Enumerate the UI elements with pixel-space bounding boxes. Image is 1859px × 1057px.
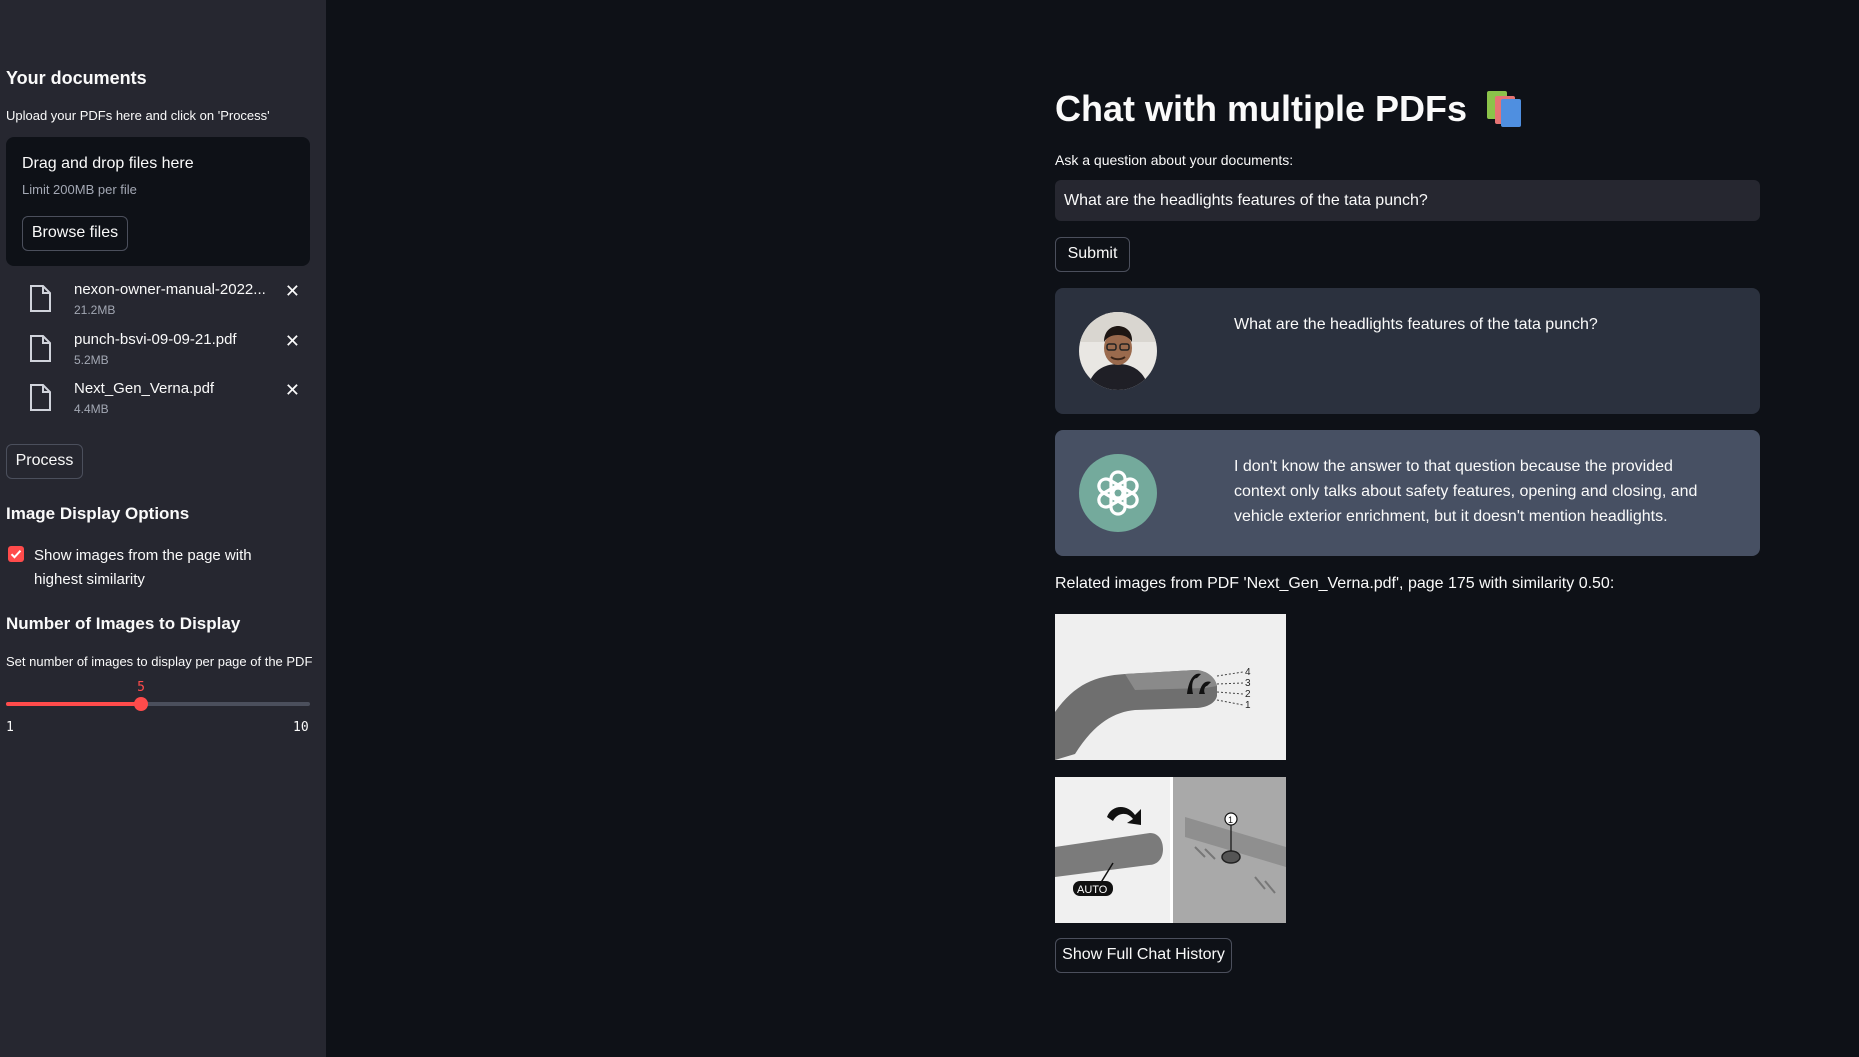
image-label: 4	[1245, 667, 1251, 678]
show-images-label[interactable]: Show images from the page with highest s…	[34, 544, 294, 592]
image-options-title: Image Display Options	[6, 504, 190, 523]
browse-files-button[interactable]: Browse files	[22, 216, 128, 251]
related-image: 4 3 2 1	[1055, 614, 1286, 760]
slider-value: 5	[137, 680, 145, 695]
num-images-slider[interactable]	[6, 697, 310, 711]
related-image: AUTO 1	[1055, 777, 1286, 923]
num-images-title: Number of Images to Display	[6, 614, 241, 633]
file-name: nexon-owner-manual-2022...	[74, 281, 266, 298]
image-label: AUTO	[1077, 884, 1108, 896]
num-images-hint: Set number of images to display per page…	[6, 654, 313, 669]
file-name: Next_Gen_Verna.pdf	[74, 380, 215, 397]
image-label: 1	[1245, 700, 1251, 711]
image-label: 1	[1228, 815, 1233, 825]
message-text: I don't know the answer to that question…	[1234, 458, 1698, 525]
file-name: punch-bsvi-09-09-21.pdf	[74, 331, 237, 348]
page-title: Chat with multiple PDFs	[1055, 88, 1523, 130]
slider-fill	[6, 702, 142, 706]
openai-logo-icon	[1097, 470, 1139, 516]
remove-file-icon[interactable]: ✕	[285, 331, 300, 352]
file-size: 5.2MB	[74, 353, 109, 367]
file-item: punch-bsvi-09-09-21.pdf 5.2MB ✕	[26, 331, 310, 375]
file-dropzone[interactable]: Drag and drop files here Limit 200MB per…	[6, 137, 310, 266]
submit-button[interactable]: Submit	[1055, 237, 1130, 272]
file-item: Next_Gen_Verna.pdf 4.4MB ✕	[26, 380, 310, 424]
checkmark-icon	[10, 550, 22, 559]
slider-thumb[interactable]	[134, 697, 149, 711]
user-message: What are the headlights features of the …	[1055, 288, 1760, 414]
show-images-checkbox[interactable]	[8, 546, 24, 562]
file-size: 21.2MB	[74, 303, 116, 317]
image-label: 2	[1245, 689, 1251, 700]
message-text: What are the headlights features of the …	[1234, 316, 1598, 333]
question-label: Ask a question about your documents:	[1055, 152, 1294, 168]
slider-max: 10	[293, 720, 309, 735]
upload-hint: Upload your PDFs here and click on 'Proc…	[6, 108, 270, 123]
bot-message: I don't know the answer to that question…	[1055, 430, 1760, 556]
image-label: 3	[1245, 678, 1251, 689]
file-icon	[30, 384, 51, 411]
remove-file-icon[interactable]: ✕	[285, 380, 300, 401]
openai-logo-avatar	[1079, 454, 1157, 532]
dropzone-limit: Limit 200MB per file	[22, 182, 137, 197]
process-button[interactable]: Process	[6, 444, 83, 479]
file-item: nexon-owner-manual-2022... 21.2MB ✕	[26, 281, 310, 325]
question-input[interactable]	[1055, 180, 1760, 221]
page-title-text: Chat with multiple PDFs	[1055, 88, 1468, 129]
dropzone-title: Drag and drop files here	[22, 155, 194, 172]
file-icon	[30, 285, 51, 312]
user-photo-avatar	[1079, 312, 1157, 390]
books-icon	[1487, 91, 1523, 127]
slider-min: 1	[6, 720, 14, 735]
file-icon	[30, 335, 51, 362]
remove-file-icon[interactable]: ✕	[285, 281, 300, 302]
sidebar: Your documents Upload your PDFs here and…	[0, 0, 326, 1057]
file-size: 4.4MB	[74, 402, 109, 416]
show-full-history-button[interactable]: Show Full Chat History	[1055, 938, 1232, 973]
related-images-caption: Related images from PDF 'Next_Gen_Verna.…	[1055, 575, 1615, 592]
sidebar-title: Your documents	[6, 68, 147, 88]
